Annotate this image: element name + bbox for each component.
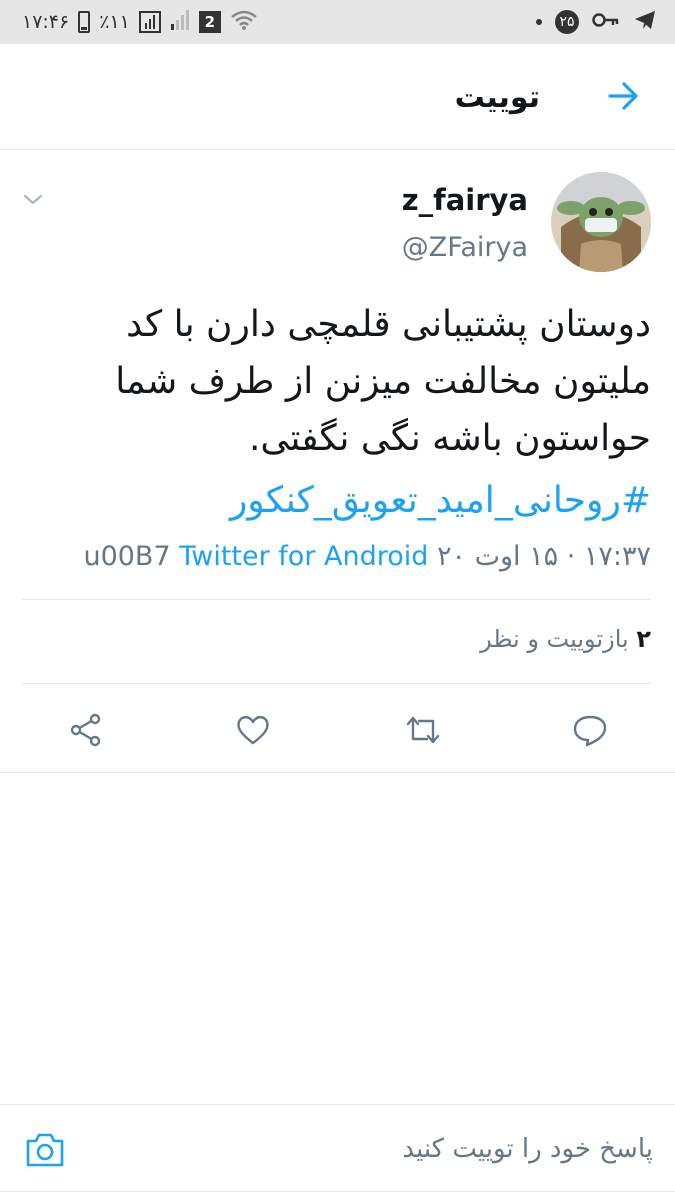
tweet-meta: ۱۷:۳۷ · ۱۵ اوت ۲۰ u00B7 Twitter for Andr… [83,541,651,572]
share-button[interactable] [68,712,104,748]
avatar[interactable] [551,172,651,272]
divider [0,772,675,773]
signal-weak-icon [170,9,190,36]
dot-icon [536,19,542,25]
battery-icon [78,11,91,33]
divider [22,599,651,600]
divider [22,683,651,684]
tweet-timestamp: ۱۷:۳۷ · ۱۵ اوت ۲۰ [436,541,651,572]
tweet-header: توییت [0,44,675,150]
reply-icon [573,715,607,747]
status-time: ۱۷:۴۶ [22,11,70,33]
status-right: ۲۵ [536,9,657,35]
like-icon [237,715,269,745]
retweet-button[interactable] [404,712,440,748]
page-title: توییت [454,80,540,115]
telegram-icon [633,9,657,36]
retweet-count: ۲ [636,625,651,653]
retweet-stats[interactable]: ۲ بازتوییت و نظر [480,625,651,653]
chevron-down-icon [23,194,43,205]
retweet-label: بازتوییت و نظر [480,625,629,653]
back-button[interactable] [605,78,641,114]
tweet-source[interactable]: Twitter for Android [179,541,428,572]
battery-level: ٪۱۱ [99,11,130,33]
retweet-icon [406,716,440,744]
reply-bar [0,1104,675,1192]
key-icon [592,11,620,34]
share-icon [70,713,101,747]
avatar-image [551,172,651,272]
display-name[interactable]: z_fairya [402,183,528,217]
tweet-separator: u00B7 [83,541,171,572]
status-left: ۱۷:۴۶ ٪۱۱ 2 [22,9,258,35]
back-arrow-icon [608,82,638,110]
reply-button[interactable] [572,712,608,748]
user-handle[interactable]: @ZFairya [402,232,528,263]
tweet-menu-button[interactable] [22,188,44,210]
camera-button[interactable] [24,1131,66,1169]
reply-input[interactable] [93,1127,653,1171]
like-button[interactable] [235,712,271,748]
notification-badge: ۲۵ [555,10,579,34]
tweet-text: دوستان پشتیبانی قلمچی دارن با کد ملیتون … [115,304,651,459]
camera-icon [26,1133,64,1167]
signal-icon [138,11,161,33]
hashtag-link[interactable]: #روحانی_امید_تعویق_کنکور [230,472,651,529]
sim-icon: 2 [198,11,221,33]
status-bar: ۱۷:۴۶ ٪۱۱ 2 ۲۵ [0,0,675,44]
wifi-icon [230,9,258,36]
